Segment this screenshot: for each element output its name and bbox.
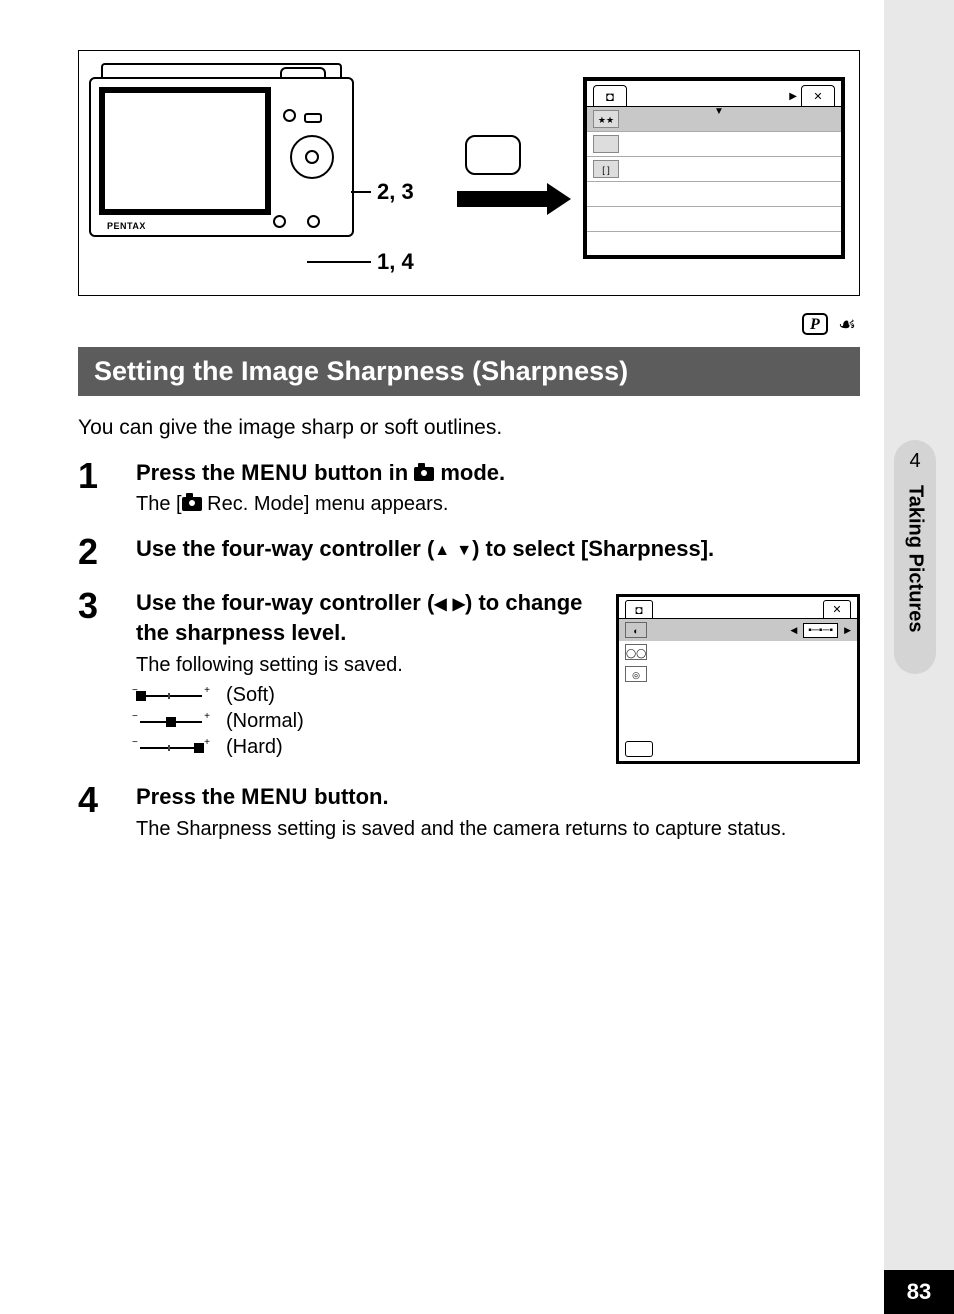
diagram-callout-2: 1, 4 bbox=[377, 249, 414, 275]
slider-soft-label: (Soft) bbox=[226, 684, 275, 707]
step-number: 1 bbox=[78, 458, 136, 494]
step-2-title: Use the four-way controller (▲ ▼) to sel… bbox=[136, 534, 860, 564]
camera-brand-label: PENTAX bbox=[107, 221, 146, 231]
step-number: 3 bbox=[78, 588, 136, 624]
slider-hard-icon: − + bbox=[136, 741, 206, 755]
step-number: 4 bbox=[78, 782, 136, 818]
diagram-callout-1: 2, 3 bbox=[377, 179, 414, 205]
slider-normal-icon: − + bbox=[136, 715, 206, 729]
dpad-icon bbox=[290, 135, 334, 179]
side-tab-number: 4 bbox=[909, 450, 920, 473]
camera-tab-icon: ◘ bbox=[593, 85, 627, 107]
step3-screen-illustration: ◘ ✕ ◐ ◀▪─▪─▪▶ ◯◯ ◎ bbox=[616, 594, 860, 764]
step-1-title: Press the MENU button in mode. bbox=[136, 458, 860, 488]
arrow-right-icon bbox=[457, 191, 547, 207]
mode-badges: P ☙ bbox=[78, 310, 860, 337]
settings-tab-icon: ✕ bbox=[823, 600, 851, 619]
menu-button-icon bbox=[465, 135, 521, 175]
step-4-title: Press the MENU button. bbox=[136, 782, 860, 812]
arrow-group bbox=[439, 135, 547, 207]
step-number: 2 bbox=[78, 534, 136, 570]
slider-hard-label: (Hard) bbox=[226, 736, 283, 759]
intro-text: You can give the image sharp or soft out… bbox=[78, 416, 860, 440]
heading-bar: Setting the Image Sharpness (Sharpness) bbox=[78, 347, 860, 396]
camera-illustration: PENTAX bbox=[89, 77, 354, 251]
camera-icon bbox=[414, 467, 434, 481]
slider-normal-label: (Normal) bbox=[226, 710, 304, 733]
side-tab: 4 Taking Pictures bbox=[894, 440, 936, 674]
page-number: 83 bbox=[884, 1270, 954, 1314]
movie-mode-icon: ☙ bbox=[838, 312, 856, 337]
camera-icon bbox=[182, 497, 202, 511]
settings-tab-icon: ✕ bbox=[801, 85, 835, 107]
p-mode-icon: P bbox=[802, 313, 828, 335]
step-4-desc: The Sharpness setting is saved and the c… bbox=[136, 818, 860, 841]
camera-tab-icon: ◘ bbox=[625, 600, 653, 619]
side-tab-label: Taking Pictures bbox=[904, 485, 927, 632]
slider-soft-icon: − + bbox=[136, 689, 206, 703]
menu-screen-illustration: ◘ ▶ ✕ ▼ ★★ [ ] bbox=[583, 77, 845, 259]
diagram-box: PENTAX 2, 3 1, 4 ◘ ▶ ✕ ▼ ★★ bbox=[78, 50, 860, 296]
step-1-desc: The [ Rec. Mode] menu appears. bbox=[136, 493, 860, 516]
